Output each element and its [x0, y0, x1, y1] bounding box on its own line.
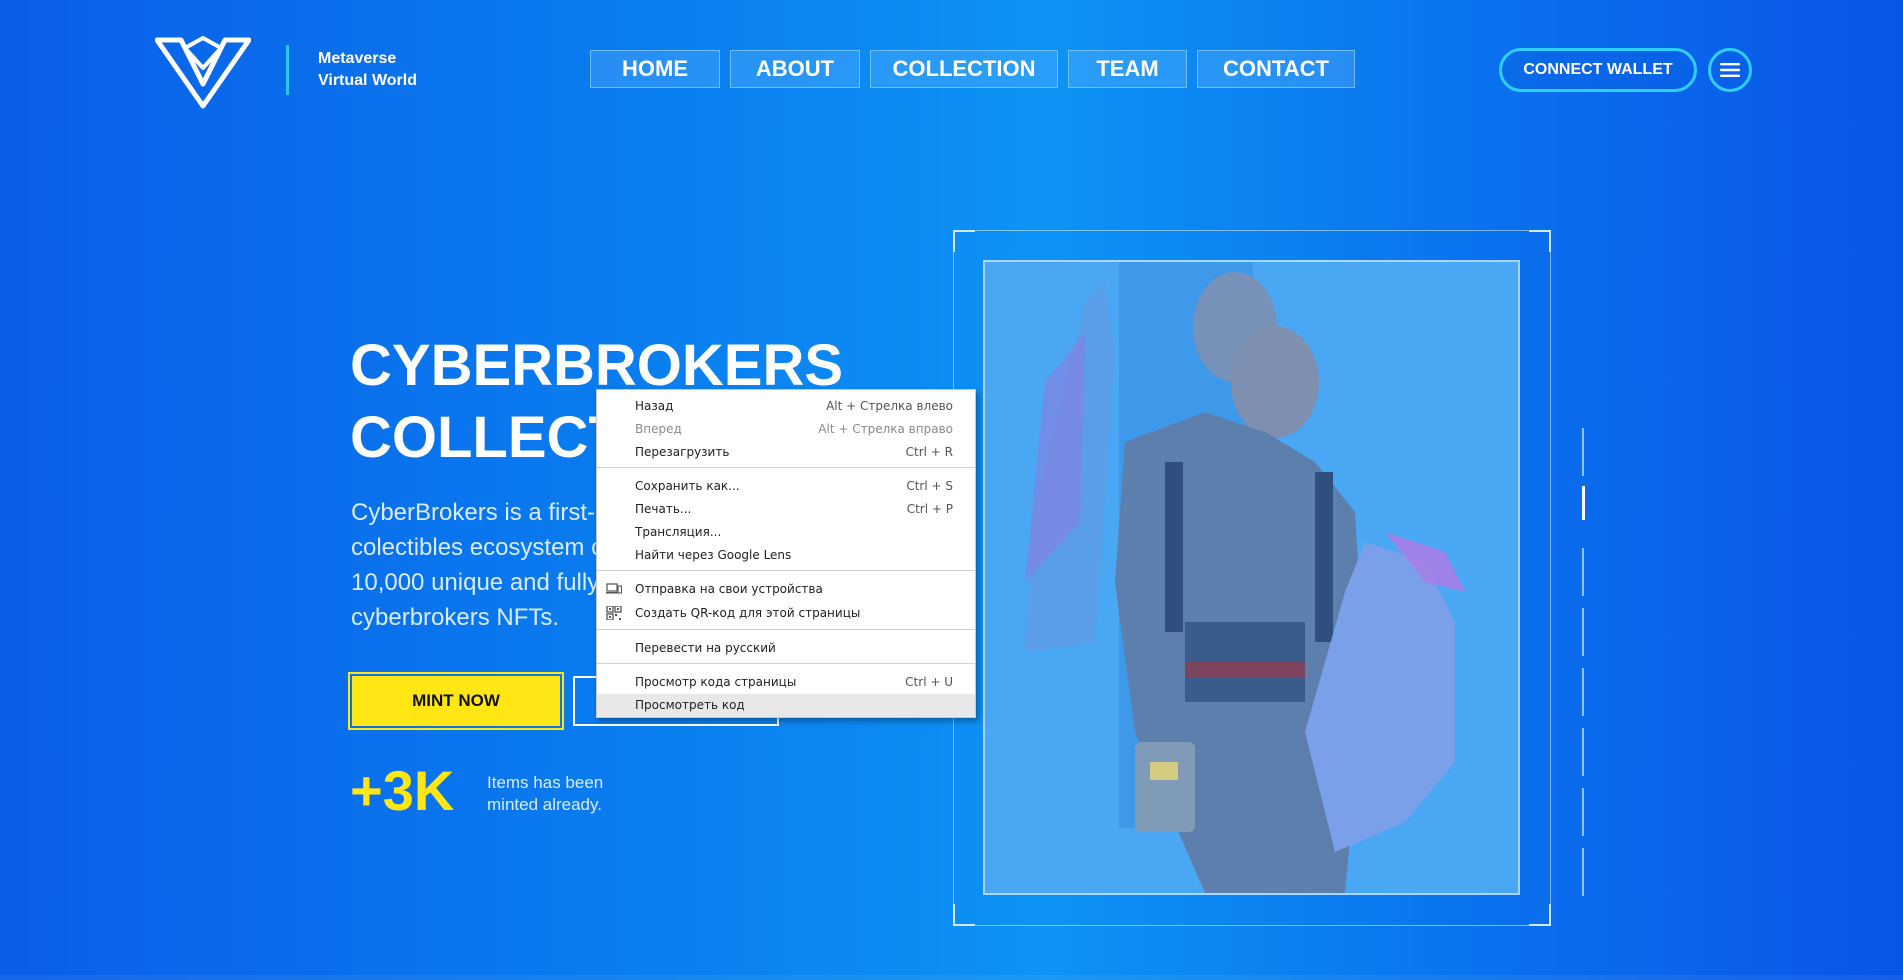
ctx-label: Найти через Google Lens: [635, 548, 792, 562]
brand-line-2: Virtual World: [318, 72, 417, 89]
ctx-label: Просмотр кода страницы: [635, 675, 797, 689]
cyberbroker-artwork: [983, 260, 1520, 895]
ctx-inspect[interactable]: Просмотреть код: [597, 694, 975, 717]
ctx-shortcut: Ctrl + R: [905, 445, 953, 459]
menu-button[interactable]: [1708, 48, 1752, 92]
ctx-shortcut: Ctrl + P: [906, 502, 953, 516]
ctx-forward[interactable]: Вперед Alt + Стрелка вправо: [597, 418, 975, 441]
minted-label-line-2: minted already.: [487, 795, 602, 814]
ctx-label: Печать...: [635, 502, 692, 516]
ctx-label: Сохранить как...: [635, 479, 740, 493]
ctx-shortcut: Alt + Стрелка вправо: [818, 422, 953, 436]
frame-corner: [1529, 230, 1551, 252]
minted-label-line-1: Items has been: [487, 773, 604, 792]
ctx-save-as[interactable]: Сохранить как... Ctrl + S: [597, 475, 975, 498]
slide-dash[interactable]: [1582, 668, 1584, 716]
ctx-label: Назад: [635, 399, 674, 413]
ctx-label: Вперед: [635, 422, 682, 436]
nav-contact[interactable]: CONTACT: [1197, 50, 1355, 88]
ctx-create-qr[interactable]: Создать QR-код для этой страницы: [597, 602, 975, 625]
brand-name: Metaverse Virtual World: [318, 48, 417, 92]
slide-dash[interactable]: [1582, 548, 1584, 596]
ctx-separator: [597, 570, 975, 571]
ctx-separator: [597, 467, 975, 468]
site-header: Metaverse Virtual World HOME ABOUT COLLE…: [0, 0, 1903, 140]
ctx-shortcut: Alt + Стрелка влево: [826, 399, 953, 413]
brand-line-1: Metaverse: [318, 50, 397, 67]
frame-corner: [953, 230, 975, 252]
mint-now-button[interactable]: MINT NOW: [348, 672, 564, 730]
bottom-strip: [0, 975, 1903, 980]
connect-wallet-button[interactable]: CONNECT WALLET: [1499, 48, 1697, 92]
cyberbroker-illustration: [985, 262, 1518, 893]
ctx-send-to-devices[interactable]: Отправка на свои устройства: [597, 578, 975, 601]
qr-code-icon: [606, 606, 622, 620]
main-nav: HOME ABOUT COLLECTION TEAM CONTACT: [590, 50, 1355, 88]
ctx-label: Просмотреть код: [635, 698, 745, 712]
frame-edge: [973, 925, 1531, 926]
hamburger-icon: [1720, 63, 1740, 77]
frame-edge: [1550, 250, 1551, 906]
ctx-print[interactable]: Печать... Ctrl + P: [597, 498, 975, 521]
slide-dash[interactable]: [1582, 848, 1584, 896]
frame-corner: [1529, 904, 1551, 926]
slide-dash[interactable]: [1582, 608, 1584, 656]
ctx-shortcut: Ctrl + S: [906, 479, 953, 493]
nav-collection[interactable]: COLLECTION: [870, 50, 1058, 88]
slide-dash[interactable]: [1582, 728, 1584, 776]
ctx-label: Трансляция...: [635, 525, 722, 539]
ctx-label: Создать QR-код для этой страницы: [635, 606, 861, 620]
browser-context-menu: Назад Alt + Стрелка влево Вперед Alt + С…: [596, 389, 976, 718]
ctx-cast[interactable]: Трансляция...: [597, 521, 975, 544]
ctx-view-source[interactable]: Просмотр кода страницы Ctrl + U: [597, 671, 975, 694]
ctx-label: Перезагрузить: [635, 445, 730, 459]
minted-label: Items has been minted already.: [487, 772, 603, 816]
slide-indicator: [1582, 428, 1586, 898]
ctx-label: Отправка на свои устройства: [635, 582, 823, 596]
slide-dash[interactable]: [1582, 428, 1584, 476]
ctx-reload[interactable]: Перезагрузить Ctrl + R: [597, 441, 975, 464]
logo-divider: [286, 45, 289, 95]
nav-home[interactable]: HOME: [590, 50, 720, 88]
minted-count: +3K: [350, 759, 455, 822]
ctx-translate[interactable]: Перевести на русский: [597, 637, 975, 660]
frame-corner: [953, 904, 975, 926]
ctx-shortcut: Ctrl + U: [905, 675, 953, 689]
slide-dash-active[interactable]: [1582, 486, 1585, 520]
devices-icon: [606, 583, 622, 594]
ctx-google-lens[interactable]: Найти через Google Lens: [597, 544, 975, 567]
nav-about[interactable]: ABOUT: [730, 50, 860, 88]
nav-team[interactable]: TEAM: [1068, 50, 1187, 88]
slide-dash[interactable]: [1582, 788, 1584, 836]
brand-logo-icon[interactable]: [155, 34, 251, 110]
ctx-separator: [597, 629, 975, 630]
ctx-back[interactable]: Назад Alt + Стрелка влево: [597, 395, 975, 418]
frame-edge: [973, 230, 1531, 231]
ctx-label: Перевести на русский: [635, 641, 776, 655]
ctx-separator: [597, 663, 975, 664]
